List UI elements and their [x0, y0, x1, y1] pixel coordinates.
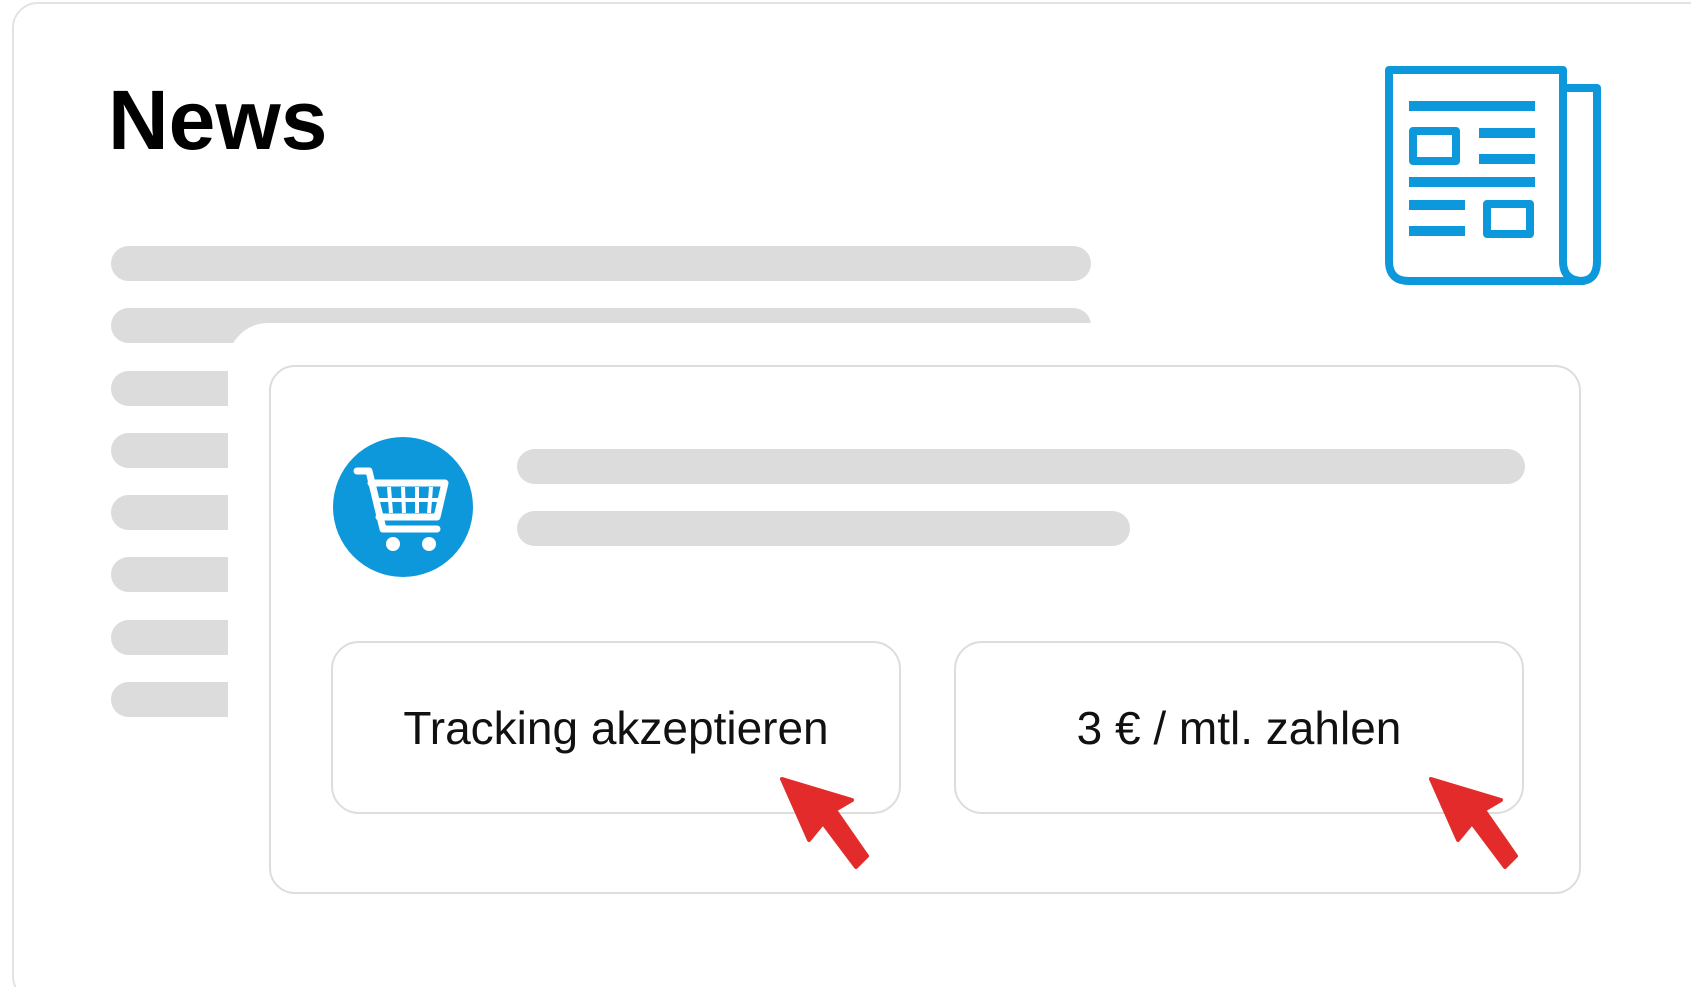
pointer-cursor-icon: [780, 777, 869, 869]
dialog-text-line-placeholder: [517, 511, 1130, 546]
page: News Tracking akzeptieren 3 € / mtl. zah…: [0, 0, 1691, 987]
dialog-text-line-placeholder: [517, 449, 1525, 484]
pointer-cursor-icon: [1429, 777, 1518, 869]
page-title: News: [108, 73, 328, 167]
text-line-placeholder: [111, 246, 1091, 281]
newspaper-icon: [1385, 66, 1601, 285]
cart-badge: [333, 437, 473, 577]
shopping-cart-icon: [353, 467, 449, 551]
